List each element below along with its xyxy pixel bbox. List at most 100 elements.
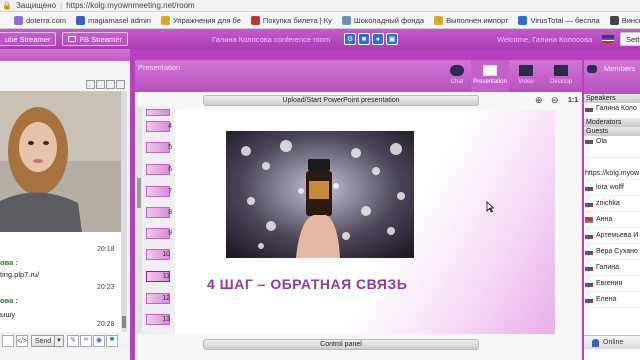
member-row[interactable]: Вера Сухано (584, 244, 640, 260)
zoom-actual-size[interactable]: 1:1 (568, 97, 578, 104)
thumb-scroll-thumb[interactable] (137, 178, 141, 208)
lock-icon[interactable]: ■ (106, 335, 118, 347)
bookmark-favicon-icon (434, 15, 444, 25)
layout-icon[interactable]: ▣ (386, 33, 398, 45)
flag-icon (585, 264, 593, 271)
bookmarks-bar: doterra.com magiamasel admin Упражнения … (0, 12, 640, 29)
slide-thumbnail[interactable] (146, 109, 170, 116)
member-row[interactable]: znichka (584, 196, 640, 212)
tool-presentation[interactable]: Presentation (471, 60, 509, 92)
chat-message: ting.plp7.ru/ (0, 270, 39, 279)
attach-icon[interactable]: ∞ (80, 335, 92, 347)
bookmark[interactable]: Выполнен импорт (434, 15, 508, 25)
emoji-icon[interactable] (2, 335, 14, 347)
lock-icon[interactable]: ■ (358, 33, 370, 45)
member-row[interactable]: Галина Коло (584, 103, 640, 115)
member-row[interactable]: lora wolff (584, 180, 640, 196)
room-title: Галина Колосова conference room (212, 35, 331, 44)
panel-title: Presentation (138, 63, 181, 72)
chat-log: 20:18 ова : ting.plp7.ru/ 20:23 ова : ыш… (0, 232, 121, 332)
bookmark-favicon-icon (14, 15, 23, 25)
chat-scroll-thumb[interactable] (122, 316, 126, 328)
video-window-controls (86, 80, 125, 89)
monitor-icon (68, 36, 77, 42)
chat-scrollbar[interactable] (121, 91, 127, 332)
zoom-out-icon[interactable]: ⊖ (551, 95, 559, 106)
send-button[interactable]: Send (31, 335, 55, 347)
thumb-number: 8 (168, 209, 172, 216)
member-row[interactable]: Анна (584, 212, 640, 228)
bookmark[interactable]: Покупка билета | Ку (250, 15, 332, 25)
member-row[interactable]: Галина (584, 260, 640, 276)
welcome-text: Welcome, Галина Колосова (497, 35, 593, 44)
bookmark-favicon-icon (609, 15, 619, 25)
chevron-down-icon[interactable]: ▼ (55, 335, 64, 347)
member-row[interactable]: Елена (584, 292, 640, 308)
bookmark[interactable]: VirusTotal — беспла (518, 15, 600, 25)
member-row[interactable]: Артемьева И (584, 228, 640, 244)
thumb-number: 12 (162, 295, 170, 302)
browser-url-bar[interactable]: 🔒 Защищено | https://kolg.myownmeeting.n… (0, 0, 640, 12)
desktop-icon (554, 65, 568, 76)
tool-desktop[interactable]: Desktop (543, 62, 579, 92)
chat-message: ышу (0, 310, 15, 319)
tool-video[interactable]: Video (513, 62, 539, 92)
bookmark-favicon-icon (341, 15, 351, 25)
popout-icon[interactable] (106, 80, 115, 89)
flag-icon (585, 200, 593, 207)
bookmark[interactable]: doterra.com (14, 15, 66, 25)
left-panel-header (0, 49, 130, 61)
flag-icon (585, 280, 593, 287)
settings-icon[interactable]: ⚙ (344, 33, 356, 45)
thumb-scrollbar[interactable] (136, 108, 142, 333)
slide-photo (226, 131, 414, 258)
pencil-icon[interactable]: ✎ (67, 335, 79, 347)
thumb-number: 5 (168, 144, 172, 151)
bookmark[interactable]: Шоколадный фонда (341, 15, 424, 25)
chat-link[interactable]: ting.plp7.ru/ (0, 270, 39, 279)
members-header: Members (584, 60, 640, 94)
flag-icon (602, 35, 614, 43)
zoom-in-icon[interactable]: ⊕ (535, 95, 543, 106)
slide-heading: 4 ШАГ – ОБРАТНАЯ СВЯЗЬ (207, 276, 408, 292)
flag-icon (585, 138, 593, 144)
lock-icon: 🔒 (2, 1, 12, 10)
user-icon (592, 338, 599, 347)
members-title: Members (604, 64, 636, 73)
chat-toolbar: </> Send ▼ ✎ ∞ ◉ ■ (0, 333, 130, 349)
settings-button[interactable]: Settin (620, 32, 640, 46)
flag-icon (585, 184, 593, 191)
section-speakers[interactable]: Speakers (584, 94, 640, 103)
bookmark[interactable]: Упражнения для бе (160, 15, 241, 25)
fb-streamer-button[interactable]: FB Streamer (62, 32, 128, 46)
bookmark-favicon-icon (518, 15, 528, 25)
bookmark[interactable]: Винский Сергей пут (609, 15, 640, 25)
code-icon[interactable]: </> (16, 335, 28, 347)
flag-icon (585, 248, 593, 255)
online-status-button[interactable]: Online (584, 335, 640, 349)
close-icon[interactable] (116, 80, 125, 89)
eye-icon[interactable]: ◉ (93, 335, 105, 347)
bookmark[interactable]: magiamasel admin (76, 15, 151, 25)
section-guests[interactable]: Guests (584, 127, 640, 136)
record-icon[interactable]: ● (372, 33, 384, 45)
webcam-video (0, 91, 127, 232)
url-text[interactable]: https://kolg.myownmeeting.net/room (66, 1, 195, 10)
member-row[interactable]: https://kolg.myow (584, 158, 640, 180)
app-top-bar: ube Streamer FB Streamer Галина Колосова… (0, 29, 640, 49)
presentation-icon (483, 65, 497, 76)
chat-icon (450, 65, 464, 76)
chat-author: ова : (0, 296, 18, 305)
section-moderators[interactable]: Moderators (584, 118, 640, 127)
flag-icon (585, 232, 593, 239)
control-panel-bar[interactable]: Control panel (203, 339, 479, 350)
minimize-icon[interactable] (86, 80, 95, 89)
thumb-number: 11 (162, 273, 170, 280)
tool-chat[interactable]: Chat (445, 62, 469, 92)
chat-text: ышу (0, 310, 16, 319)
upload-presentation-bar[interactable]: Upload/Start PowerPoint presentation (203, 95, 479, 106)
member-row[interactable]: Ola (584, 136, 640, 158)
maximize-icon[interactable] (96, 80, 105, 89)
member-row[interactable]: Евгения (584, 276, 640, 292)
youtube-streamer-button[interactable]: ube Streamer (0, 32, 57, 46)
